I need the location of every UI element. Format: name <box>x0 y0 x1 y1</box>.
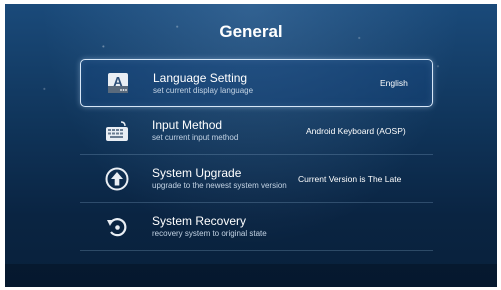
setting-item-language[interactable]: A Language Setting set current display l… <box>80 59 433 107</box>
setting-label: Language Setting <box>153 70 248 85</box>
setting-item-input-method[interactable]: Input Method set current input method An… <box>80 107 433 155</box>
recovery-icon <box>92 215 142 239</box>
upgrade-arrow-icon <box>92 167 142 191</box>
setting-item-system-recovery[interactable]: System Recovery recovery system to origi… <box>80 203 433 251</box>
setting-value: Android Keyboard (AOSP) <box>306 125 406 136</box>
settings-screen: General A Language Setting set current d… <box>5 4 497 287</box>
svg-text:A: A <box>113 74 123 89</box>
setting-label: System Recovery <box>152 214 247 228</box>
page-title: General <box>219 22 283 41</box>
setting-item-system-upgrade[interactable]: System Upgrade upgrade to the newest sys… <box>80 155 433 203</box>
setting-subtitle: set current input method <box>152 133 239 142</box>
setting-subtitle: set current display language <box>153 85 254 95</box>
setting-label: Input Method <box>152 118 223 132</box>
setting-label: System Upgrade <box>152 166 242 180</box>
setting-subtitle: recovery system to original state <box>152 229 267 238</box>
settings-list: A Language Setting set current display l… <box>80 59 433 251</box>
setting-value: Current Version is The Late <box>298 173 402 184</box>
keyboard-icon <box>92 120 142 142</box>
setting-subtitle: upgrade to the newest system version <box>152 181 287 190</box>
language-a-icon: A <box>93 72 143 94</box>
setting-value: English <box>380 78 408 88</box>
bottom-bar <box>5 264 497 287</box>
